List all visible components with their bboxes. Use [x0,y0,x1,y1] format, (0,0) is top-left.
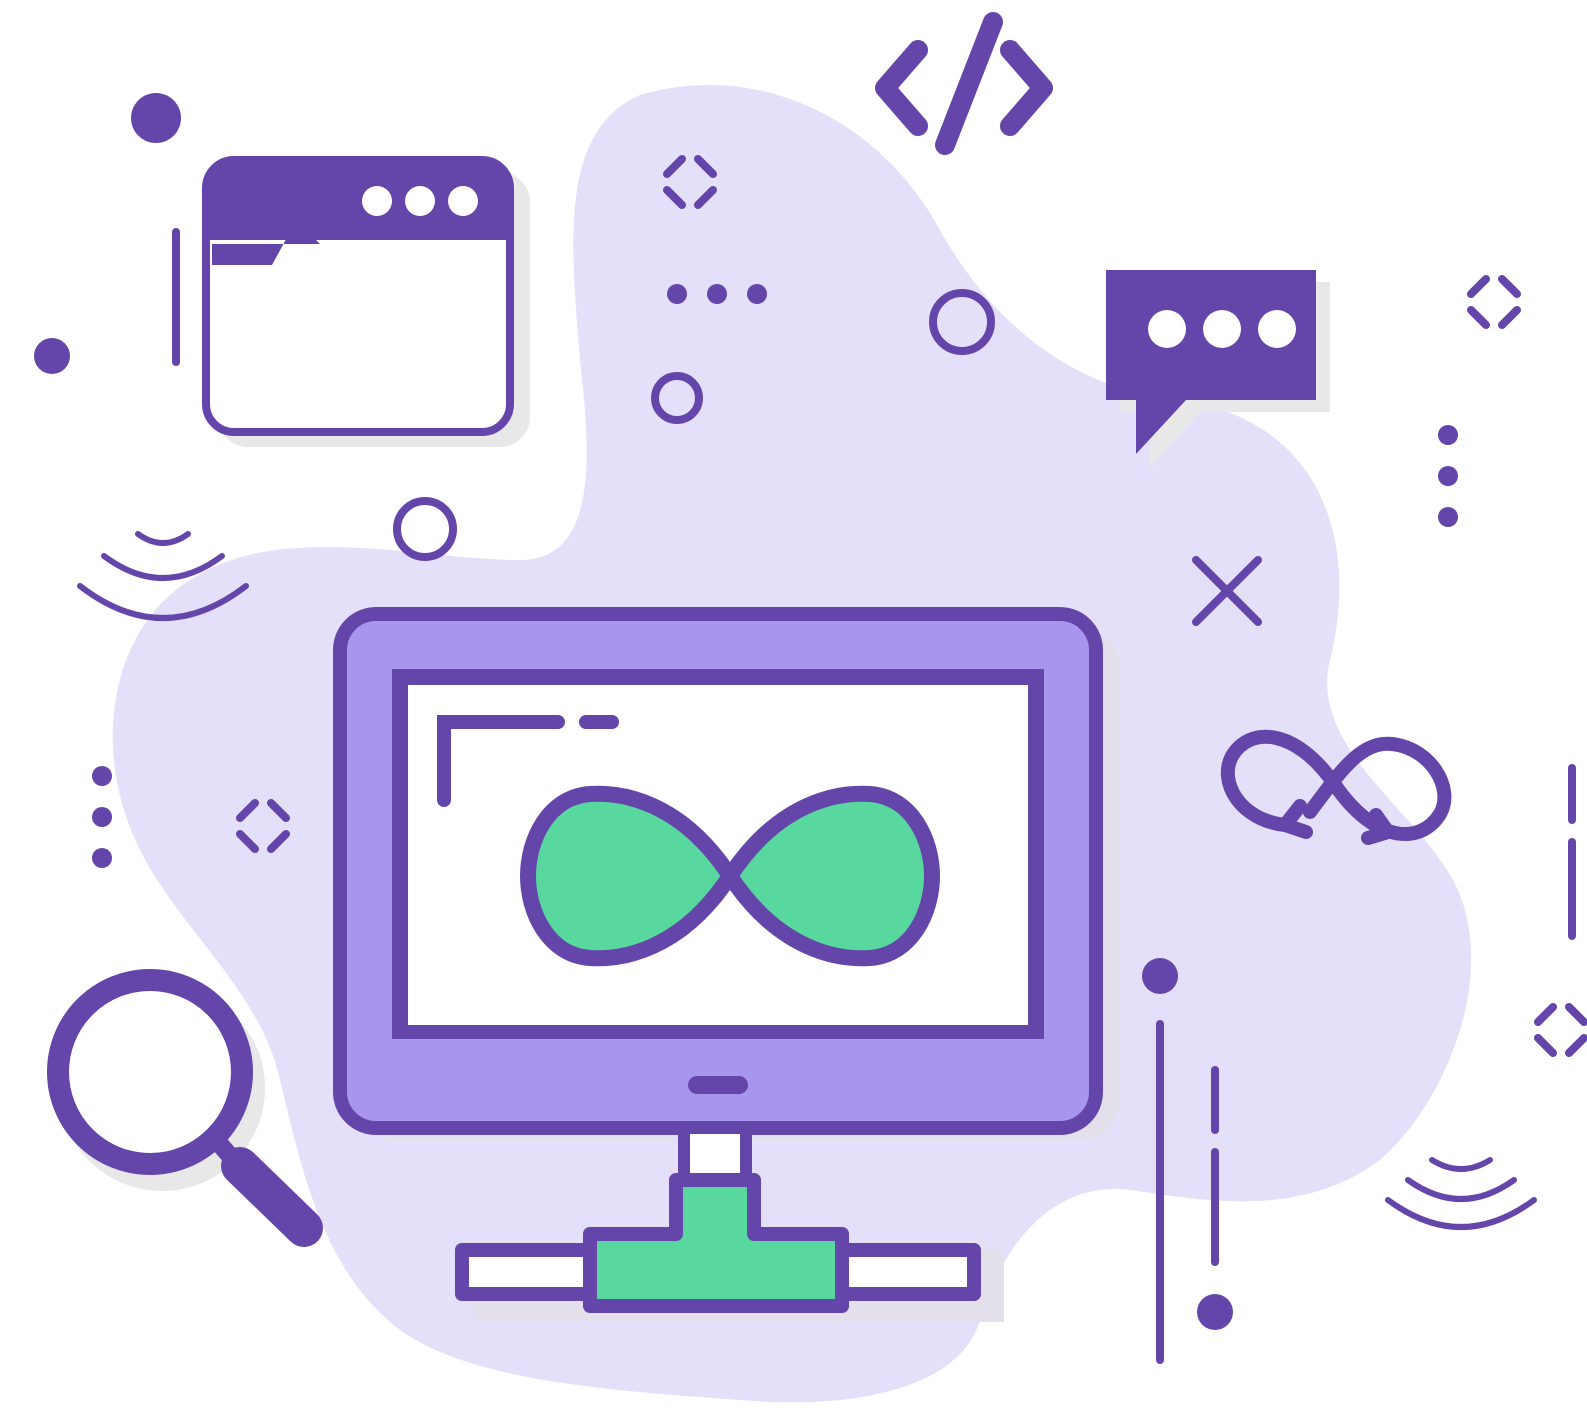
devops-illustration [34,12,1587,1403]
browser-window-icon [202,156,530,447]
illustration-canvas [0,0,1587,1416]
code-brackets-icon [875,12,1053,155]
signal-waves-icon-right [1385,1157,1537,1230]
desktop-monitor-icon [333,607,1103,1188]
